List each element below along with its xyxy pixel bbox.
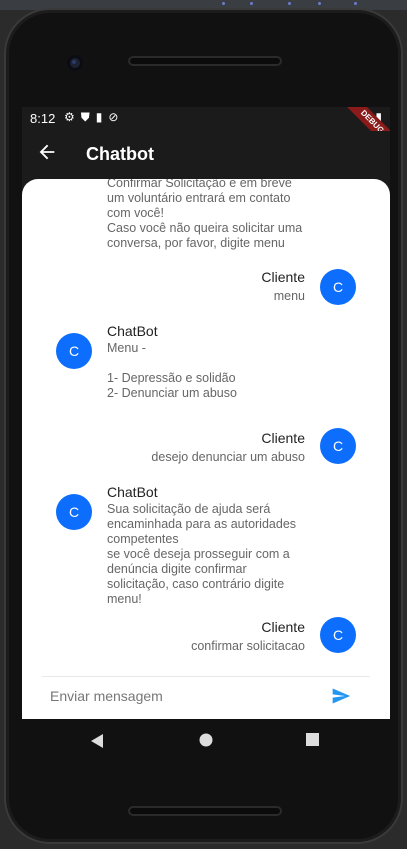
page-title: Chatbot bbox=[86, 144, 154, 164]
nav-home-icon[interactable] bbox=[199, 733, 213, 747]
message-sender: Cliente bbox=[261, 269, 305, 285]
message-text: Menu - 1- Depressão e solidão 2- Denunci… bbox=[107, 341, 237, 400]
toolbar-dot bbox=[222, 2, 225, 5]
avatar: C bbox=[320, 269, 356, 305]
message-sender: ChatBot bbox=[107, 484, 158, 500]
message-text: desejo denunciar um abuso bbox=[151, 450, 305, 464]
screen: 8:12 ⚙ ⛊ ▮ ⊘ ▼ ▮ DEBUG Chatbot Confirmar… bbox=[22, 107, 390, 719]
camera-icon bbox=[67, 55, 83, 71]
avatar: C bbox=[56, 333, 92, 369]
message-composer: Enviar mensagem bbox=[22, 674, 390, 719]
status-bar: 8:12 ⚙ ⛊ ▮ ⊘ ▼ ▮ DEBUG bbox=[22, 107, 390, 156]
app-bar: Chatbot bbox=[22, 131, 390, 177]
avatar: C bbox=[320, 617, 356, 653]
message-text: Sua solicitação de ajuda será encaminhad… bbox=[107, 502, 297, 606]
chat-message: Cliente confirmar solicitacao bbox=[82, 619, 305, 654]
settings-icon: ⚙ bbox=[64, 110, 75, 124]
message-sender: Cliente bbox=[261, 430, 305, 446]
speaker-grille bbox=[128, 56, 282, 66]
speaker-grille bbox=[128, 806, 282, 816]
toolbar-dot bbox=[318, 2, 321, 5]
toolbar-dot bbox=[250, 2, 253, 5]
send-icon[interactable] bbox=[330, 686, 352, 706]
chat-message: Confirmar Solicitação e em breve um volu… bbox=[107, 179, 347, 251]
avatar: C bbox=[56, 494, 92, 530]
chat-message: ChatBot Menu - 1- Depressão e solidão 2-… bbox=[107, 323, 347, 401]
data-saver-icon: ⊘ bbox=[108, 110, 119, 124]
back-arrow-icon[interactable] bbox=[36, 141, 58, 163]
android-nav-bar bbox=[22, 719, 390, 763]
status-icons: ⚙ ⛊ ▮ ⊘ bbox=[64, 110, 118, 125]
chat-message: Cliente menu bbox=[102, 269, 305, 304]
message-sender: Cliente bbox=[261, 619, 305, 635]
status-time: 8:12 bbox=[30, 111, 56, 126]
divider bbox=[42, 676, 370, 677]
chat-message: ChatBot Sua solicitação de ajuda será en… bbox=[107, 484, 347, 607]
message-sender: ChatBot bbox=[107, 323, 158, 339]
shield-icon: ⛊ bbox=[80, 110, 90, 124]
chat-body: Confirmar Solicitação e em breve um volu… bbox=[22, 179, 390, 719]
avatar: C bbox=[320, 428, 356, 464]
nav-back-icon[interactable] bbox=[90, 733, 104, 749]
toolbar-dot bbox=[288, 2, 291, 5]
message-input[interactable]: Enviar mensagem bbox=[50, 688, 163, 704]
chat-message: Cliente desejo denunciar um abuso bbox=[82, 430, 305, 465]
sd-card-icon: ▮ bbox=[95, 110, 103, 124]
message-text: Confirmar Solicitação e em breve um volu… bbox=[107, 179, 303, 250]
message-text: confirmar solicitacao bbox=[191, 639, 305, 653]
toolbar-dot bbox=[354, 2, 357, 5]
message-text: menu bbox=[273, 289, 305, 303]
nav-recents-icon[interactable] bbox=[306, 733, 319, 746]
